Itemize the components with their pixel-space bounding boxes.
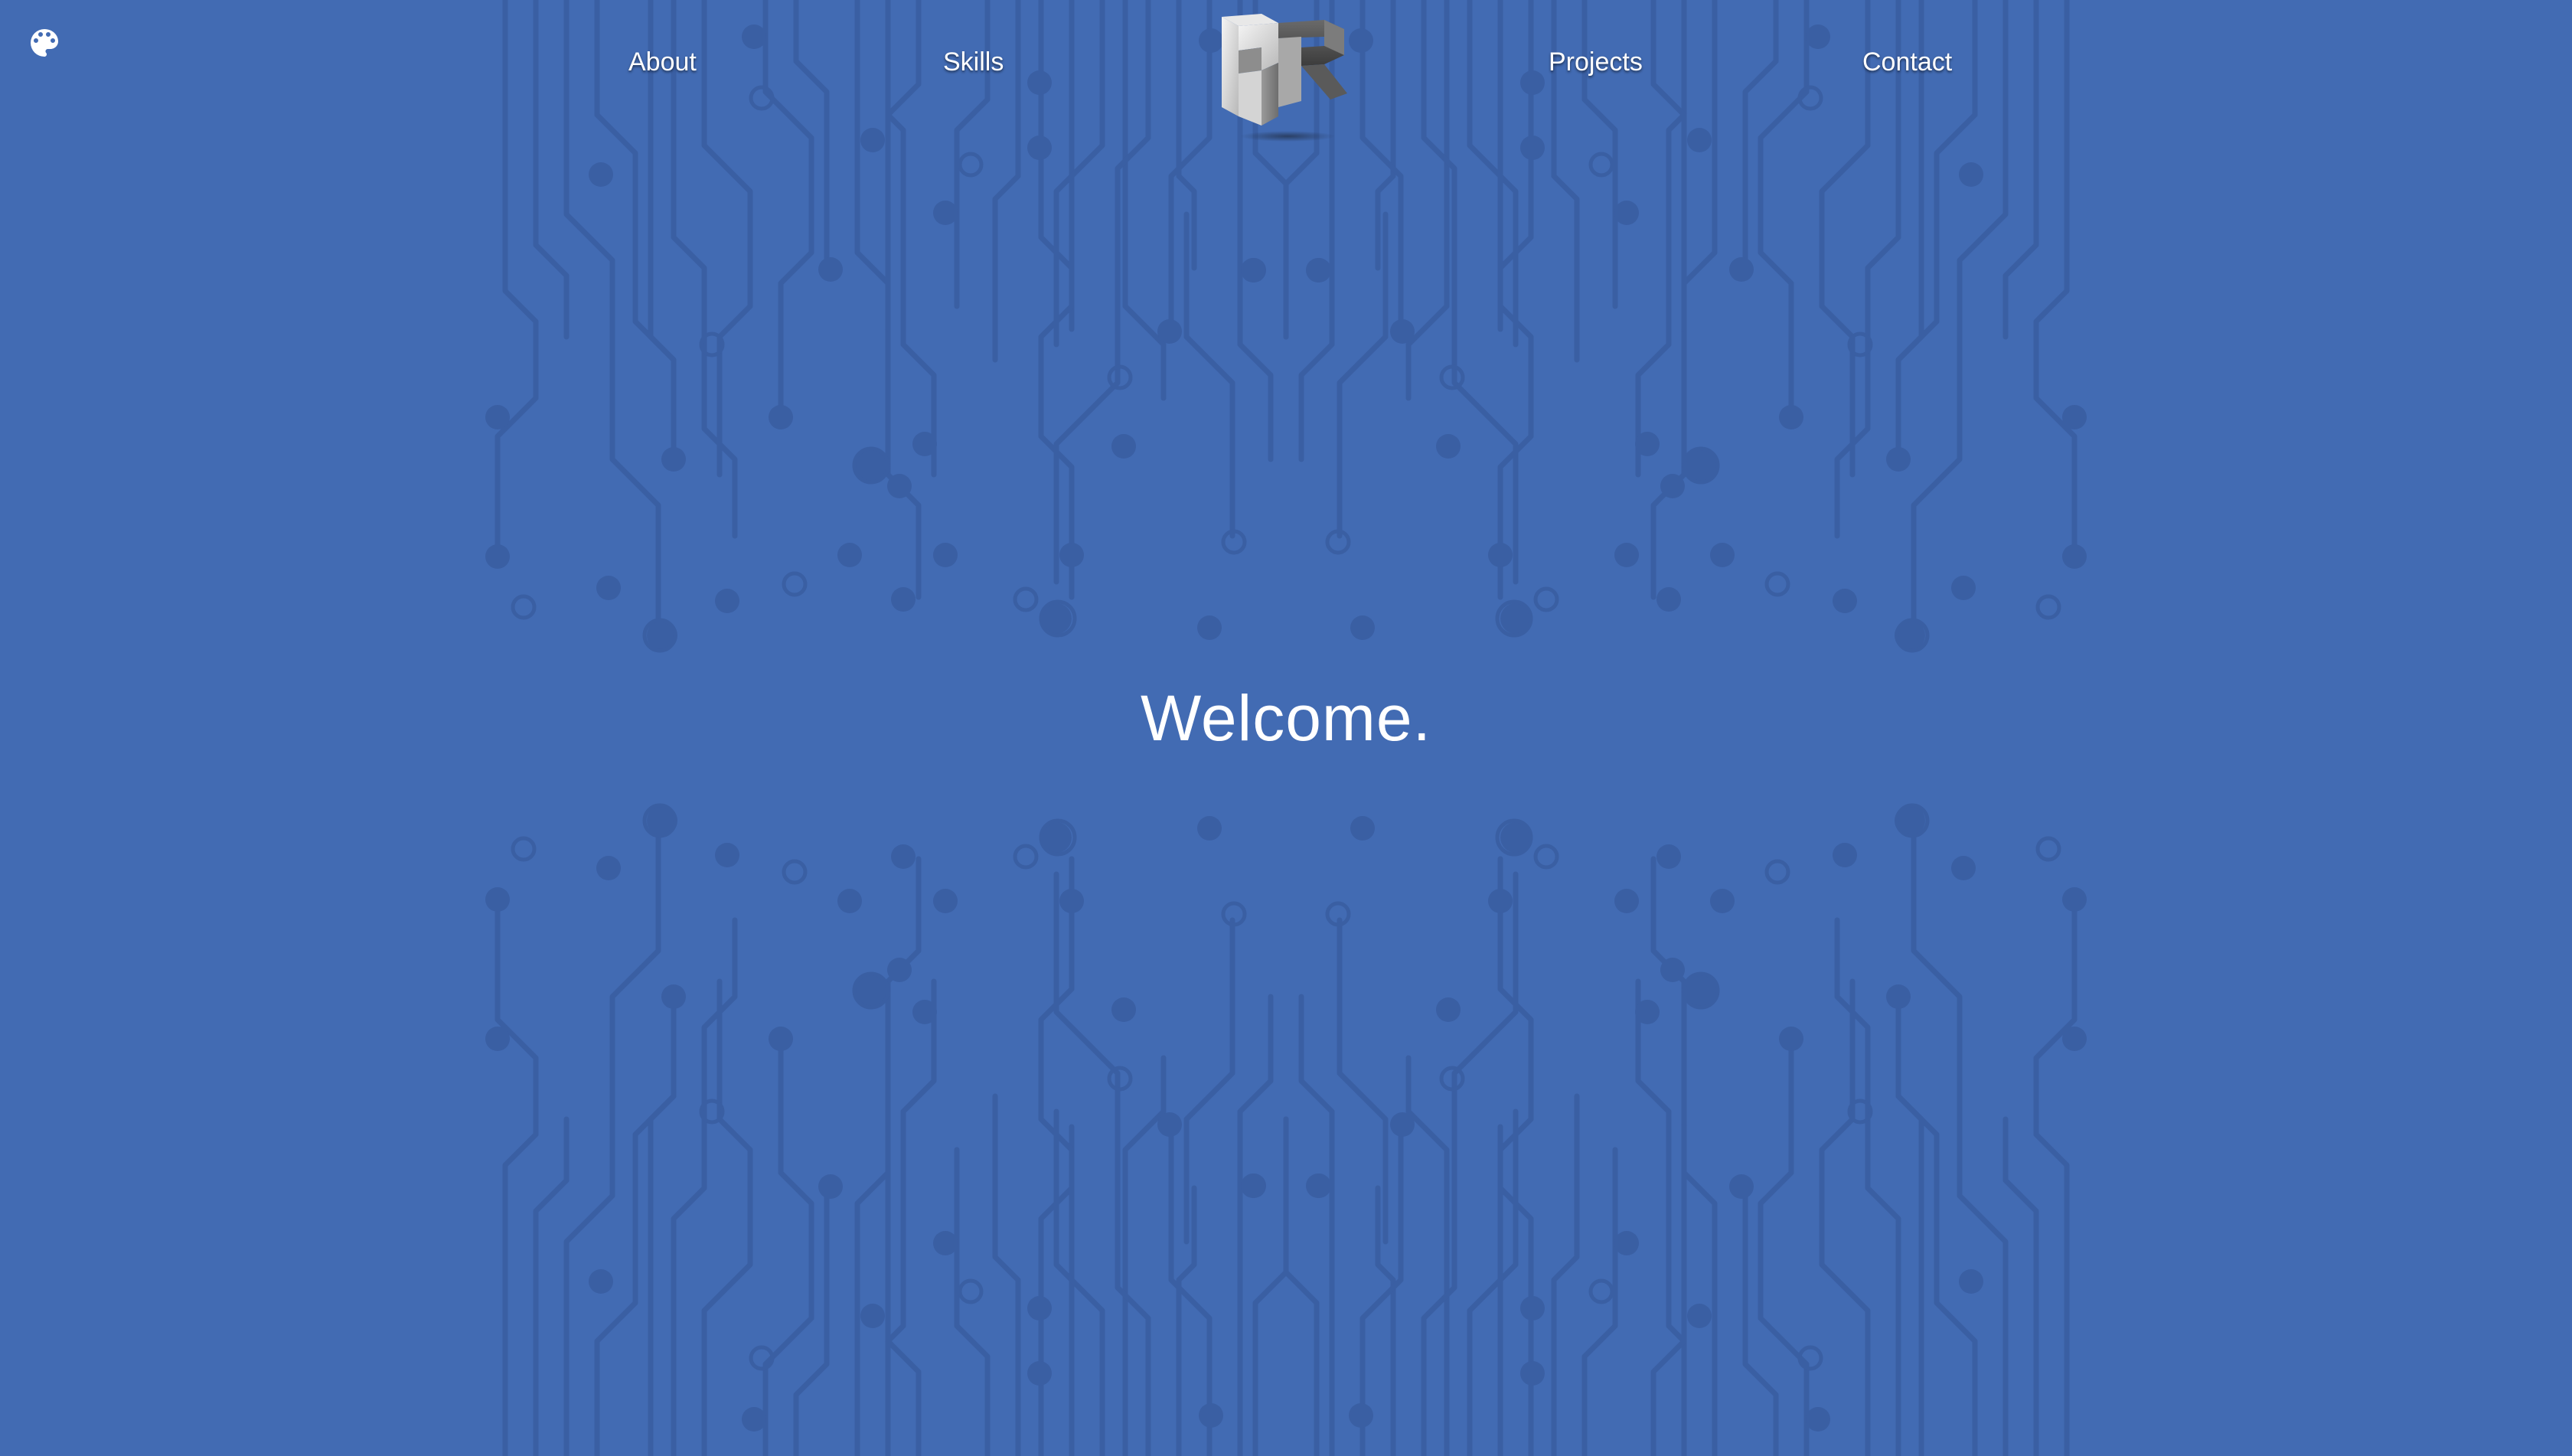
nav-link-projects[interactable]: Projects bbox=[1549, 47, 1643, 77]
ar-logo-graphic bbox=[1222, 14, 1347, 142]
nav-link-about[interactable]: About bbox=[628, 47, 697, 77]
nav-link-contact[interactable]: Contact bbox=[1862, 47, 1952, 77]
nav-link-skills[interactable]: Skills bbox=[943, 47, 1004, 77]
hero-title: Welcome. bbox=[1141, 682, 1431, 754]
main-nav: About Skills Projects Contact bbox=[0, 0, 2572, 145]
page: About Skills Projects Contact Welcome. bbox=[0, 0, 2572, 1456]
ar-logo[interactable] bbox=[1217, 9, 1355, 143]
